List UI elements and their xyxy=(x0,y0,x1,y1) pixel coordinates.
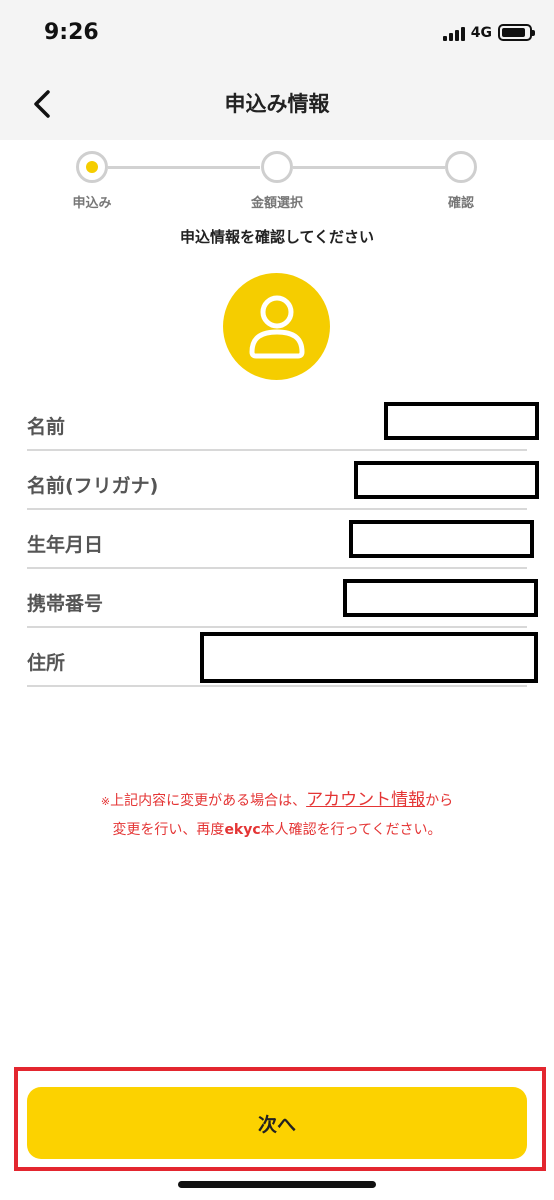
page-title: 申込み情報 xyxy=(224,92,330,116)
info-row-phone: 携帯番号 xyxy=(27,569,538,628)
next-button[interactable]: 次へ xyxy=(27,1087,527,1159)
nav-bar: 申込み情報 xyxy=(0,66,554,140)
notice-ekyc: ekyc xyxy=(224,822,261,838)
step-1-indicator xyxy=(76,151,108,183)
info-label: 名前 xyxy=(27,416,66,438)
step-connector xyxy=(293,166,445,169)
status-bar: 9:26 4G xyxy=(0,0,554,66)
signal-icon xyxy=(442,25,465,41)
step-1-label: 申込み xyxy=(72,196,112,211)
info-row-name: 名前 xyxy=(27,392,539,451)
instruction-text: 申込情報を確認してください xyxy=(179,228,375,246)
redacted-value xyxy=(343,579,538,617)
status-time: 9:26 xyxy=(44,20,99,45)
battery-icon xyxy=(498,24,535,41)
redacted-value xyxy=(349,520,534,558)
application-info-list: 名前 名前(フリガナ) 生年月日 携帯番号 住所 xyxy=(27,392,539,687)
notice-mark: ※ xyxy=(100,795,111,808)
user-icon xyxy=(249,295,304,358)
notice-line-2: 変更を行い、再度ekyc本人確認を行ってください。 xyxy=(0,816,554,844)
battery-fill xyxy=(502,28,526,37)
network-type: 4G xyxy=(470,24,492,41)
step-2-label: 金額選択 xyxy=(250,196,303,211)
step-2-indicator xyxy=(261,151,293,183)
info-row-address: 住所 xyxy=(27,628,538,687)
step-connector xyxy=(108,166,260,169)
step-3-label: 確認 xyxy=(447,196,474,211)
info-label: 携帯番号 xyxy=(27,593,104,615)
notice-text: 上記内容に変更がある場合は、 xyxy=(110,793,307,809)
redacted-value xyxy=(384,402,539,440)
info-label: 名前(フリガナ) xyxy=(27,475,159,497)
notice-line-1: ※上記内容に変更がある場合は、アカウント情報から xyxy=(0,786,554,816)
status-indicators: 4G xyxy=(442,24,535,41)
notice-text: 本人確認を行ってください。 xyxy=(260,822,442,838)
change-notice: ※上記内容に変更がある場合は、アカウント情報から 変更を行い、再度ekyc本人確… xyxy=(0,786,554,844)
notice-text: から xyxy=(425,793,454,809)
step-3-indicator xyxy=(445,151,477,183)
info-row-name-kana: 名前(フリガナ) xyxy=(27,451,539,510)
info-label: 住所 xyxy=(27,652,66,674)
info-label: 生年月日 xyxy=(27,534,104,556)
home-indicator xyxy=(178,1181,376,1188)
info-row-birthdate: 生年月日 xyxy=(27,510,534,569)
avatar xyxy=(223,273,330,380)
progress-stepper: 申込み 金額選択 確認 xyxy=(0,150,554,214)
redacted-value xyxy=(354,461,539,499)
account-info-link[interactable]: アカウント情報 xyxy=(306,790,425,810)
redacted-value xyxy=(200,632,538,683)
notice-text: 変更を行い、再度 xyxy=(112,822,225,838)
